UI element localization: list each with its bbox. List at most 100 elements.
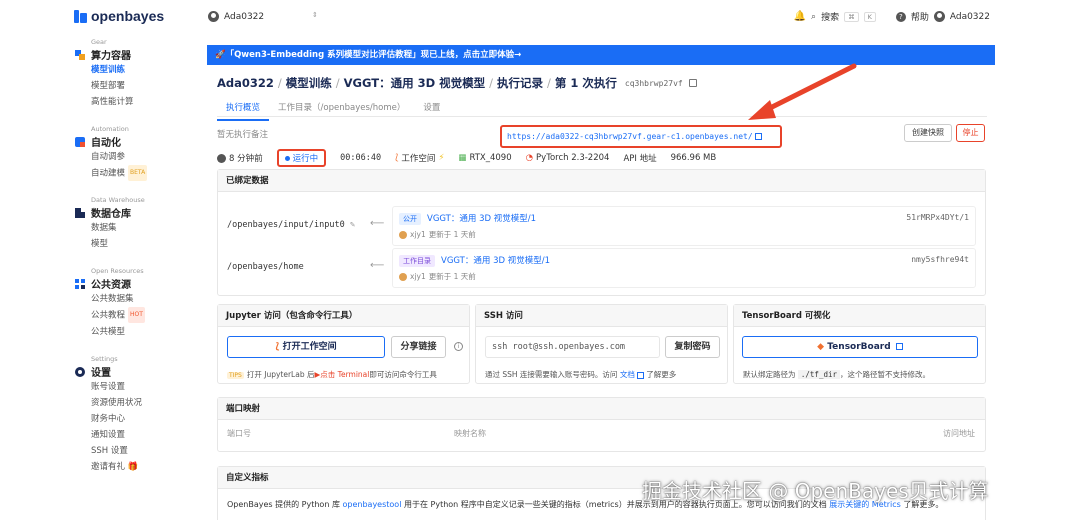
snapshot-button[interactable]: 创建快照 [904, 124, 952, 142]
ssh-docs-link[interactable]: 文档 [620, 370, 635, 379]
section-data-en: Data Warehouse [91, 196, 145, 204]
tensorboard-icon: ◆ [817, 342, 825, 352]
account-name[interactable]: Ada0322 [950, 12, 990, 22]
copy-icon[interactable] [688, 79, 697, 87]
bound-dataset-name[interactable]: VGGT：通用 3D 视觉模型/1 [427, 214, 536, 224]
gift-icon: 🎁 [127, 462, 139, 472]
api-address[interactable]: API 地址 [623, 152, 656, 164]
metrics-text-a: OpenBayes 提供的 Python 库 [227, 500, 340, 509]
jupyter-icon: ⟅ [275, 342, 280, 352]
search-icon[interactable]: ⌕ [811, 12, 816, 22]
workdir-tag: 工作目录 [399, 255, 435, 267]
sidebar-item-public-tutorials[interactable]: 公共教程 HOT [91, 307, 145, 324]
bound-data-title: 已绑定数据 [218, 170, 985, 192]
crumb-project[interactable]: VGGT：通用 3D 视觉模型 [344, 75, 485, 91]
sidebar-item-hpc[interactable]: 高性能计算 [91, 94, 134, 110]
tb-tip-a: 默认绑定路径为 [743, 370, 796, 379]
topbar: Ada0322 ⇕ 🔔 ⌕ 搜索 ⌘ K ? 帮助 Ada0322 [200, 0, 1080, 34]
openbayestool-link[interactable]: openbayestool [343, 500, 402, 509]
brand-name: openbayes [91, 8, 165, 24]
crumb-sep: / [489, 76, 494, 90]
workspace-link[interactable]: ⟅ 工作空间 ⚡ [395, 152, 444, 164]
sidebar-item-notify[interactable]: 通知设置 [91, 427, 142, 443]
sidebar-item-account[interactable]: 账号设置 [91, 379, 142, 395]
sidebar-item-usage[interactable]: 资源使用状况 [91, 395, 142, 411]
section-gear: Gear 算力容器 模型训练 模型部署 高性能计算 [74, 38, 134, 110]
breadcrumb: Ada0322 / 模型训练 / VGGT：通用 3D 视觉模型 / 执行记录 … [217, 75, 697, 91]
tensorboard-button[interactable]: ◆ TensorBoard [742, 336, 978, 358]
sidebar-item-public-models[interactable]: 公共模型 [91, 324, 145, 340]
kbd-k: K [863, 11, 876, 22]
topbar-actions: 🔔 ⌕ 搜索 ⌘ K ? 帮助 Ada0322 [794, 10, 990, 23]
ssh-command-text: ssh root@ssh.openbayes.com [492, 342, 626, 352]
crumb-runs[interactable]: 执行记录 [497, 75, 543, 91]
tab-workdir[interactable]: 工作目录（/openbayes/home） [269, 98, 414, 121]
section-data: Data Warehouse 数据仓库 数据集 模型 [74, 196, 145, 252]
ssh-tip-b: 了解更多 [646, 370, 677, 379]
tab-overview[interactable]: 执行概览 [217, 98, 270, 121]
search-label[interactable]: 搜索 [821, 10, 839, 23]
sidebar-item-ssh[interactable]: SSH 设置 [91, 443, 142, 459]
workdir-updated: 更新于 1 天前 [428, 272, 476, 281]
crumb-sep: / [335, 76, 340, 90]
ssh-command-field[interactable]: ssh root@ssh.openbayes.com [485, 336, 660, 358]
updown-chevron-icon[interactable]: ⇕ [312, 11, 318, 19]
section-automation-title: 自动化 [91, 138, 121, 149]
info-icon[interactable]: i [454, 342, 463, 351]
sidebar-item-train[interactable]: 模型训练 [91, 62, 134, 78]
gpu-info: ▦ RTX_4090 [458, 153, 511, 163]
sidebar-item-invite[interactable]: 邀请有礼 🎁 [91, 459, 142, 475]
org-selector[interactable]: Ada0322 [208, 11, 264, 22]
bound-workdir-card[interactable]: 工作目录 VGGT：通用 3D 视觉模型/1 xjy1 更新于 1 天前 nmy5s… [392, 248, 976, 288]
copy-password-button[interactable]: 复制密码 [665, 336, 720, 358]
crumb-training[interactable]: 模型训练 [286, 75, 332, 91]
sidebar-item-deploy[interactable]: 模型部署 [91, 78, 134, 94]
bind-path-text: /openbayes/input/input0 [227, 220, 345, 230]
section-settings-title: 设置 [91, 368, 111, 379]
stop-button[interactable]: 停止 [956, 124, 985, 142]
sidebar-item-datasets[interactable]: 数据集 [91, 220, 145, 236]
share-link-button[interactable]: 分享链接 [391, 336, 446, 358]
tips-badge: TIPS [227, 372, 244, 379]
arrow-left-icon: ⟵ [370, 218, 385, 229]
crumb-user[interactable]: Ada0322 [217, 76, 274, 90]
section-automation: Automation 自动化 自动调参 自动建模 BETA [74, 125, 148, 182]
tab-divider [217, 116, 987, 117]
bell-icon[interactable]: 🔔 [794, 11, 806, 22]
jupyter-icon: ⟅ [395, 153, 399, 163]
help-icon[interactable]: ? [895, 11, 906, 22]
sidebar-item-finance[interactable]: 财务中心 [91, 411, 142, 427]
col-port: 端口号 [227, 429, 251, 438]
sidebar-item-models[interactable]: 模型 [91, 236, 145, 252]
bound-dataset-card[interactable]: 公开 VGGT：通用 3D 视觉模型/1 xjy1 更新于 1 天前 51rMRPx… [392, 206, 976, 246]
run-note[interactable]: 暂无执行备注 [217, 128, 268, 140]
jupyter-tip-c: 即可访问命令行工具 [369, 370, 437, 379]
account-avatar[interactable] [933, 11, 945, 22]
hot-badge: HOT [128, 307, 145, 323]
sidebar-item-automodel[interactable]: 自动建模 BETA [91, 165, 148, 182]
sidebar-item-automodel-label: 自动建模 [91, 168, 126, 179]
sidebar: openbayes Gear 算力容器 模型训练 模型部署 高性能计算 Auto… [0, 0, 200, 520]
col-access-address: 访问地址 [943, 429, 975, 438]
edit-icon[interactable]: ✎ [350, 220, 355, 230]
bound-workdir-name[interactable]: VGGT：通用 3D 视觉模型/1 [441, 256, 550, 266]
storage-size: 966.96 MB [670, 153, 717, 163]
section-gear-en: Gear [91, 38, 107, 46]
jupyter-tip-terminal: 点击 Terminal [320, 370, 370, 379]
status-state-label: 运行中 [292, 154, 319, 164]
bind-path: /openbayes/input/input0 ✎ [227, 220, 355, 230]
org-selector-label: Ada0322 [224, 11, 265, 22]
workdir-owner: xjy1 [410, 272, 426, 281]
kbd-cmd: ⌘ [844, 11, 859, 22]
logo[interactable]: openbayes [74, 8, 164, 24]
list-item: /openbayes/input/input0 ✎ ⟵ 公开 VGGT：通用 3D… [218, 200, 985, 246]
workspace-label: 工作空间 [401, 154, 436, 164]
crumb-sep: / [547, 76, 551, 90]
sidebar-item-public-datasets[interactable]: 公共数据集 [91, 291, 145, 307]
announcement-banner[interactable]: 🚀「Qwen3-Embedding 系列模型对比评估教程」现已上线，点击立即体验… [207, 45, 995, 65]
open-workspace-button[interactable]: ⟅ 打开工作空间 [227, 336, 385, 358]
sidebar-item-autotune[interactable]: 自动调参 [91, 149, 147, 165]
tab-settings[interactable]: 设置 [414, 98, 449, 121]
list-item: /openbayes/home ⟵ 工作目录 VGGT：通用 3D 视觉模型/1 … [218, 246, 985, 290]
help-label[interactable]: 帮助 [911, 10, 929, 23]
